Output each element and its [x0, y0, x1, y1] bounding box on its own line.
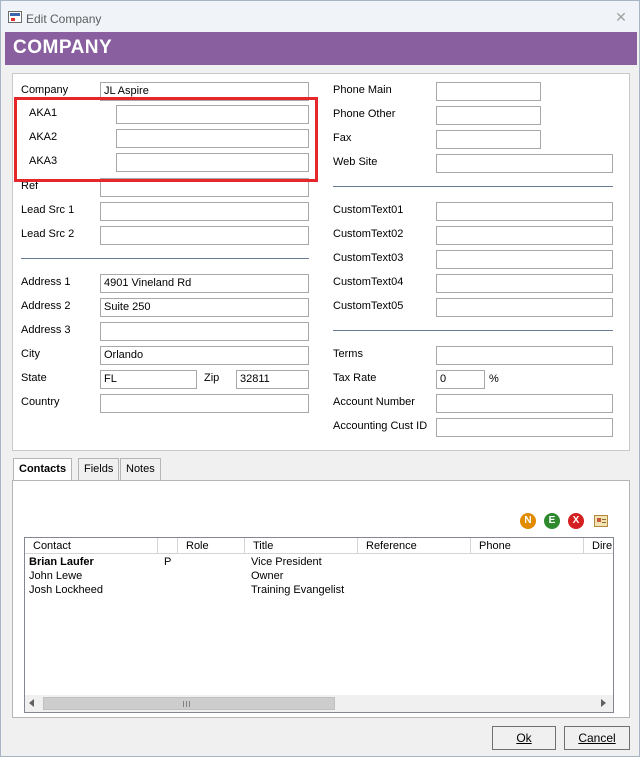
column-header-phone[interactable]: Phone [471, 538, 584, 554]
country-field[interactable] [100, 394, 309, 413]
cancel-button[interactable]: Cancel [564, 726, 630, 750]
address2-label: Address 2 [21, 300, 71, 312]
edit-company-window: Edit Company ✕ COMPANY Company JL Aspire… [0, 0, 640, 757]
company-label: Company [21, 84, 69, 96]
ok-button-label: Ok [516, 731, 532, 745]
custom-text-04-label: CustomText04 [333, 276, 404, 288]
tax-rate-label: Tax Rate [333, 372, 377, 384]
phone-other-label: Phone Other [333, 108, 396, 120]
contact-cell: Josh Lockheed [29, 584, 103, 596]
table-row[interactable]: Brian Laufer P Vice President [25, 556, 613, 570]
fax-label: Fax [333, 132, 352, 144]
accounting-cust-id-field[interactable] [436, 418, 613, 437]
tabs-area: Contacts Fields Notes N E X Contact Role… [12, 458, 630, 718]
window-title: Edit Company [26, 12, 102, 26]
header-band: COMPANY [5, 32, 637, 65]
lead-src-1-label: Lead Src 1 [21, 204, 75, 216]
tab-fields[interactable]: Fields [78, 458, 120, 480]
cancel-button-label: Cancel [578, 731, 616, 745]
lead-src-2-field[interactable] [100, 226, 309, 245]
column-header-contact[interactable]: Contact [25, 538, 158, 554]
close-button[interactable]: ✕ [613, 9, 629, 25]
flag-cell: P [164, 556, 172, 568]
contacts-list[interactable]: Contact Role Title Reference Phone Dire … [24, 537, 614, 713]
title-cell: Vice President [251, 556, 322, 568]
fax-field[interactable] [436, 130, 541, 149]
phone-other-field[interactable] [436, 106, 541, 125]
state-field[interactable]: FL [100, 370, 197, 389]
card-line-icon [602, 522, 606, 523]
contact-cell: John Lewe [29, 570, 83, 582]
address1-label: Address 1 [21, 276, 71, 288]
scroll-left-arrow-icon[interactable] [29, 699, 34, 707]
column-header-title[interactable]: Title [245, 538, 358, 554]
page-title: COMPANY [13, 37, 113, 58]
address1-field[interactable]: 4901 Vineland Rd [100, 274, 309, 293]
custom-text-01-label: CustomText01 [333, 204, 404, 216]
lead-src-1-field[interactable] [100, 202, 309, 221]
left-divider-1 [21, 258, 309, 259]
grip-line [186, 701, 187, 707]
tab-contacts[interactable]: Contacts [13, 458, 73, 481]
tax-rate-field[interactable]: 0 [436, 370, 485, 389]
custom-text-01-field[interactable] [436, 202, 613, 221]
scrollbar-thumb[interactable] [43, 697, 335, 710]
title-cell: Owner [251, 570, 284, 582]
app-icon [8, 11, 22, 23]
card-photo-icon [597, 518, 601, 522]
column-header-reference[interactable]: Reference [358, 538, 471, 554]
zip-field[interactable]: 32811 [236, 370, 309, 389]
accounting-cust-id-label: Accounting Cust ID [333, 420, 428, 432]
web-site-field[interactable] [436, 154, 613, 173]
right-divider-1 [333, 186, 613, 187]
lead-src-2-label: Lead Src 2 [21, 228, 75, 240]
horizontal-scrollbar[interactable] [25, 695, 613, 712]
country-label: Country [21, 396, 60, 408]
scroll-right-arrow-icon[interactable] [601, 699, 606, 707]
ok-button[interactable]: Ok [492, 726, 556, 750]
delete-contact-button[interactable]: X [568, 513, 584, 529]
city-field[interactable]: Orlando [100, 346, 309, 365]
right-divider-2 [333, 330, 613, 331]
new-contact-button[interactable]: N [520, 513, 536, 529]
contact-card-icon[interactable] [594, 515, 608, 527]
contact-cell: Brian Laufer [29, 556, 94, 568]
phone-main-field[interactable] [436, 82, 541, 101]
address3-field[interactable] [100, 322, 309, 341]
address2-field[interactable]: Suite 250 [100, 298, 309, 317]
contacts-tab-panel: N E X Contact Role Title Reference Phone… [12, 480, 630, 718]
terms-label: Terms [333, 348, 363, 360]
grip-line [189, 701, 190, 707]
edit-contact-button[interactable]: E [544, 513, 560, 529]
title-cell: Training Evangelist [251, 584, 345, 596]
grip-line [183, 701, 184, 707]
title-bar: Edit Company ✕ [1, 1, 639, 32]
address3-label: Address 3 [21, 324, 71, 336]
aka-highlight-box [14, 97, 318, 182]
tax-rate-unit: % [489, 373, 499, 385]
column-header-flag[interactable] [158, 538, 178, 554]
custom-text-05-label: CustomText05 [333, 300, 404, 312]
terms-field[interactable] [436, 346, 613, 365]
tab-notes[interactable]: Notes [120, 458, 161, 480]
custom-text-04-field[interactable] [436, 274, 613, 293]
column-header-role[interactable]: Role [178, 538, 245, 554]
custom-text-03-label: CustomText03 [333, 252, 404, 264]
custom-text-05-field[interactable] [436, 298, 613, 317]
card-line-icon [602, 519, 606, 520]
table-row[interactable]: Josh Lockheed Training Evangelist [25, 584, 613, 598]
state-label: State [21, 372, 47, 384]
custom-text-03-field[interactable] [436, 250, 613, 269]
zip-label: Zip [204, 372, 220, 384]
account-number-field[interactable] [436, 394, 613, 413]
city-label: City [21, 348, 40, 360]
web-site-label: Web Site [333, 156, 378, 168]
phone-main-label: Phone Main [333, 84, 392, 96]
custom-text-02-field[interactable] [436, 226, 613, 245]
custom-text-02-label: CustomText02 [333, 228, 404, 240]
table-row[interactable]: John Lewe Owner [25, 570, 613, 584]
column-header-direct[interactable]: Dire [584, 538, 613, 554]
account-number-label: Account Number [333, 396, 415, 408]
